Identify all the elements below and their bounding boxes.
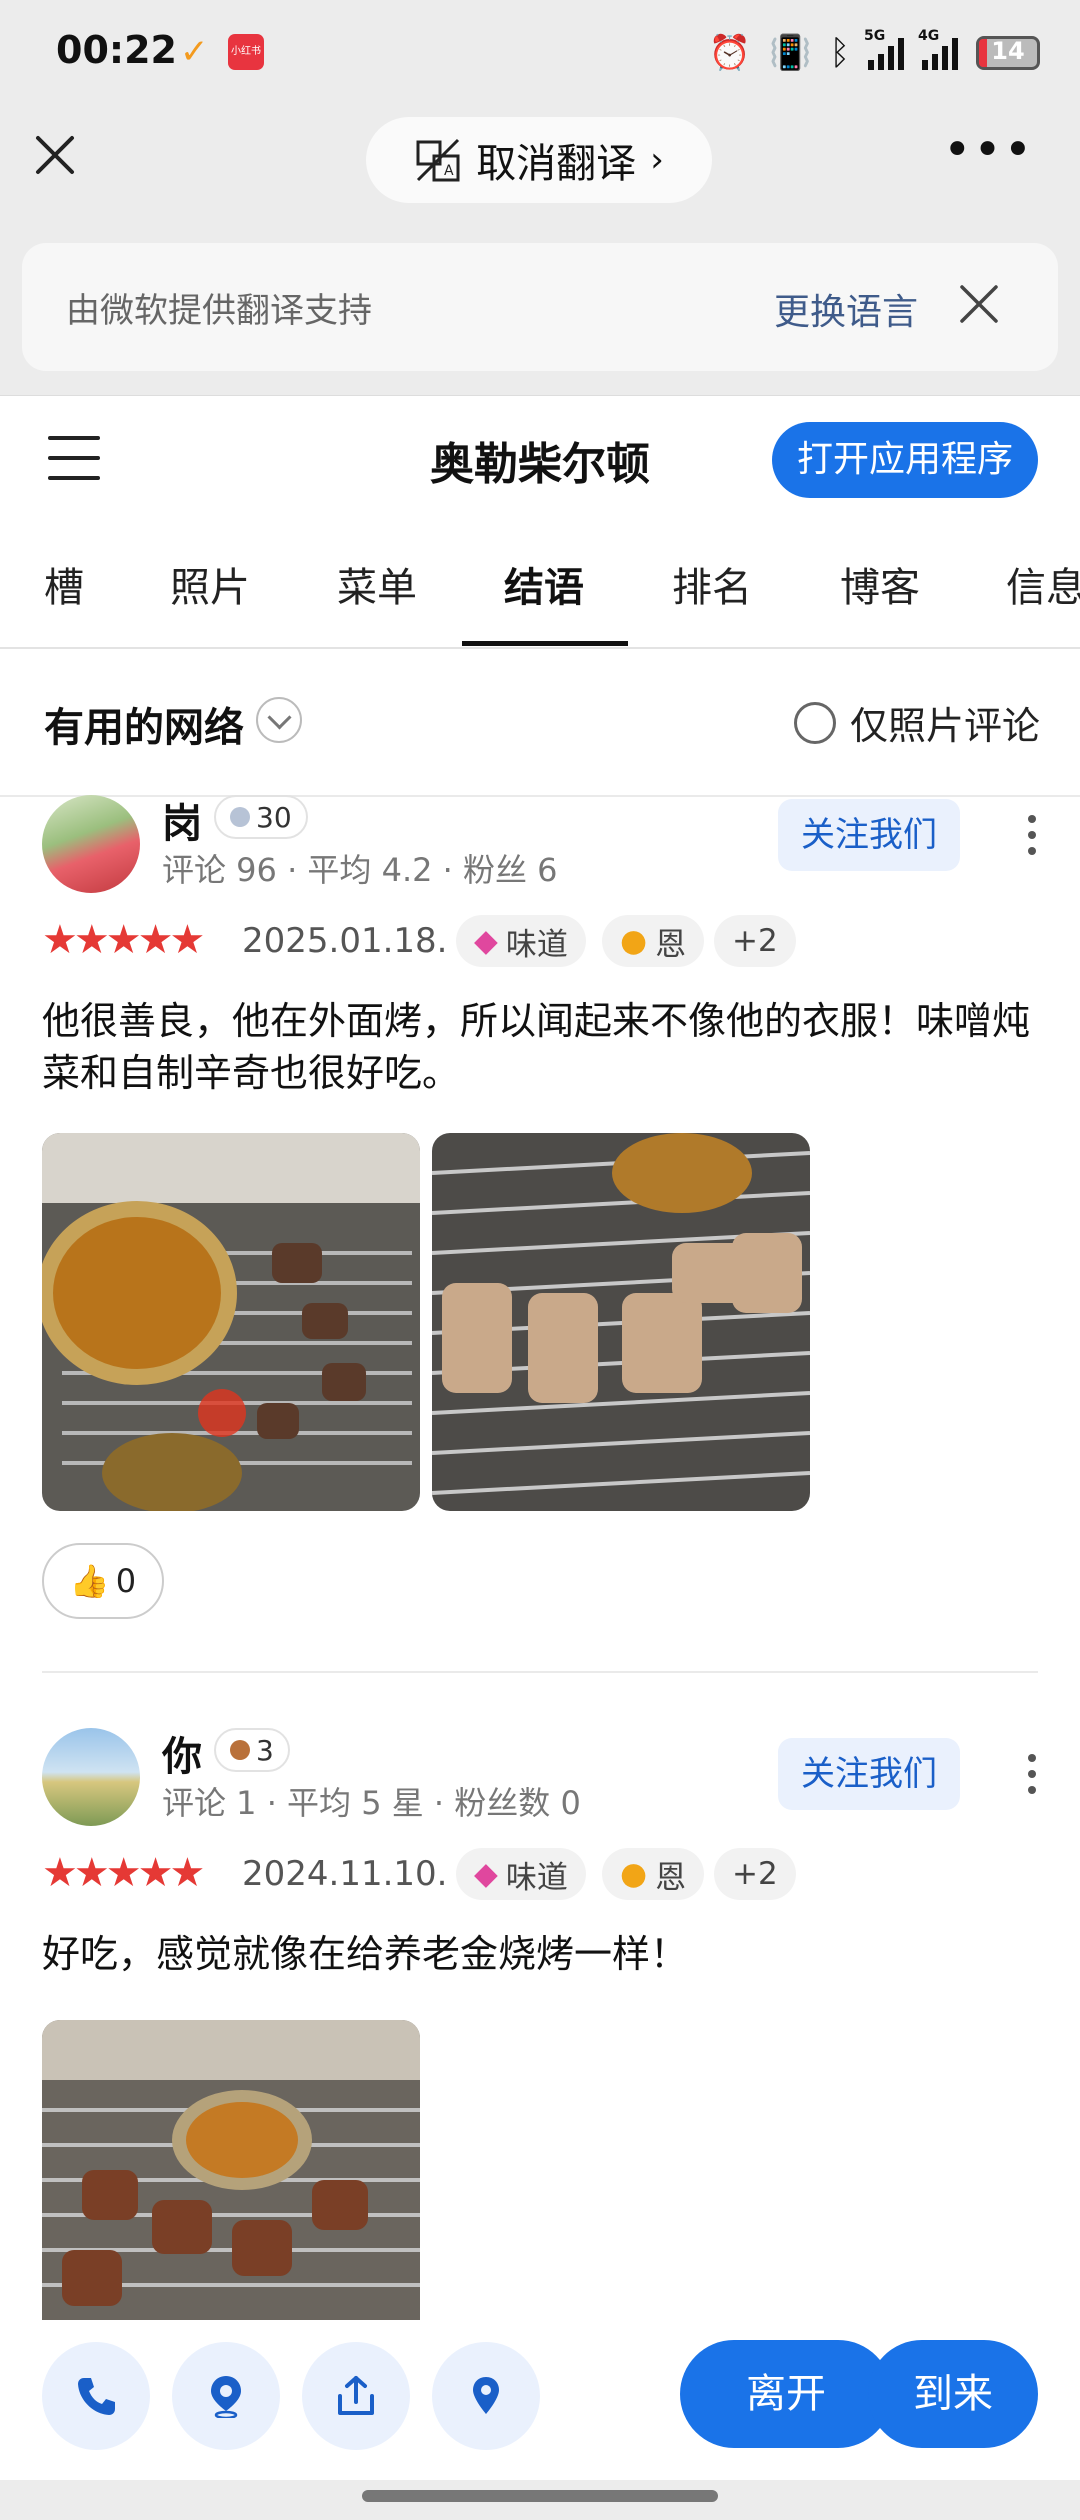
- avatar[interactable]: [42, 795, 140, 893]
- svg-text:A: A: [444, 163, 454, 179]
- tab-reviews[interactable]: 结语: [504, 555, 584, 613]
- star-rating: ★★★★★: [42, 917, 205, 963]
- xiaohongshu-icon: 小红书: [228, 34, 264, 70]
- tag-chip-more[interactable]: +2: [714, 915, 796, 967]
- notification-app-icon: ✓: [180, 32, 209, 72]
- tag-chip-mood: ● 恩: [602, 1848, 705, 1900]
- signal-5g-icon: 5G: [864, 28, 904, 70]
- tab-blog[interactable]: 博客: [840, 555, 920, 613]
- translation-provider-card: 由微软提供翻译支持 更换语言: [22, 243, 1058, 371]
- follow-button[interactable]: 关注我们: [778, 799, 960, 871]
- divider: [42, 1671, 1038, 1673]
- review-card: 你 3 评论 1 · 平均 5 星 · 粉丝数 0 关注我们 ★★★★★ 202…: [0, 1728, 1080, 2328]
- chevron-down-icon[interactable]: [256, 697, 302, 743]
- place-pin-icon: [211, 2376, 241, 2418]
- tag-chip-more[interactable]: +2: [714, 1848, 796, 1900]
- alarm-icon: ⏰: [708, 33, 752, 73]
- review-photo[interactable]: [42, 2020, 420, 2320]
- more-options-icon[interactable]: •••: [943, 126, 1034, 174]
- battery-level: 14: [991, 37, 1025, 65]
- taste-icon: ◆: [474, 1856, 498, 1892]
- tab-info[interactable]: 信息: [1006, 555, 1080, 613]
- depart-button[interactable]: 离开: [680, 2340, 892, 2448]
- radio-icon[interactable]: [793, 701, 836, 744]
- signal-4g-icon: 4G: [918, 28, 958, 70]
- review-photo[interactable]: [42, 1133, 420, 1511]
- tag-chip-mood: ● 恩: [602, 915, 705, 967]
- gesture-bar[interactable]: [0, 2480, 1080, 2520]
- photo-only-toggle[interactable]: 仅照片评论: [793, 695, 1040, 750]
- change-language-link[interactable]: 更换语言: [774, 283, 918, 335]
- photo-only-label: 仅照片评论: [849, 704, 1040, 748]
- tab-photos[interactable]: 照片: [170, 555, 250, 613]
- review-photo[interactable]: [432, 1133, 810, 1511]
- close-provider-icon[interactable]: [958, 283, 1000, 325]
- tag-chip-taste: ◆ 味道: [456, 1848, 586, 1900]
- reviewer-name[interactable]: 你: [162, 1724, 202, 1782]
- like-count: 0: [115, 1562, 137, 1600]
- call-button[interactable]: [42, 2342, 150, 2450]
- app-header: 奥勒柴尔顿 打开应用程序: [0, 395, 1080, 526]
- reviewer-stats: 评论 96 · 平均 4.2 · 粉丝 6: [162, 851, 558, 889]
- cancel-translation-label: 取消翻译: [476, 141, 637, 187]
- vibrate-icon: 📳: [769, 33, 812, 73]
- review-date: 2025.01.18.: [242, 921, 448, 961]
- review-card: 岗 30 评论 96 · 平均 4.2 · 粉丝 6 关注我们 ★★★★★ 20…: [0, 795, 1080, 1675]
- reviewer-name[interactable]: 岗: [162, 791, 202, 849]
- share-icon: [338, 2376, 374, 2415]
- review-text: 他很善良，他在外面烤，所以闻起来不像他的衣服！味噌炖菜和自制辛奇也很好吃。: [42, 999, 1031, 1095]
- smile-icon: ●: [620, 923, 648, 959]
- bottom-action-bar: 离开 到来: [0, 2320, 1080, 2480]
- review-more-icon[interactable]: [1028, 1754, 1036, 1794]
- open-app-button[interactable]: 打开应用程序: [772, 422, 1038, 498]
- review-date: 2024.11.10.: [242, 1854, 448, 1894]
- review-more-icon[interactable]: [1028, 815, 1036, 855]
- map-location-button[interactable]: [432, 2342, 540, 2450]
- taste-icon: ◆: [474, 923, 498, 959]
- chevron-right-icon: ›: [650, 140, 664, 180]
- review-text: 好吃，感觉就像在给养老金烧烤一样！: [42, 1932, 689, 1976]
- tab-menu[interactable]: 菜单: [337, 555, 417, 613]
- tab-slot[interactable]: 槽: [44, 555, 84, 613]
- smile-icon: ●: [620, 1856, 648, 1892]
- arrive-button[interactable]: 到来: [868, 2340, 1038, 2448]
- sort-dropdown-label[interactable]: 有用的网络: [44, 695, 244, 753]
- status-bar: 00:22 ✓ 小红书 ⏰ 📳 ᛒ 5G 4G 14: [0, 0, 1080, 105]
- close-icon[interactable]: [30, 130, 80, 180]
- tab-ranking[interactable]: 排名: [672, 555, 752, 613]
- bluetooth-icon: ᛒ: [829, 33, 850, 73]
- tab-bar: 槽 照片 菜单 结语 排名 博客 信息: [0, 525, 1080, 649]
- like-button[interactable]: 👍 0: [42, 1543, 164, 1619]
- follow-button[interactable]: 关注我们: [778, 1738, 960, 1810]
- level-badge: 30: [214, 795, 308, 839]
- active-tab-indicator: [462, 641, 628, 646]
- translate-off-icon: A: [416, 138, 460, 182]
- cancel-translation-button[interactable]: A 取消翻译 ›: [366, 117, 712, 203]
- avatar[interactable]: [42, 1728, 140, 1826]
- tag-chip-taste: ◆ 味道: [456, 915, 586, 967]
- reviewer-stats: 评论 1 · 平均 5 星 · 粉丝数 0: [162, 1784, 581, 1822]
- thumbs-up-icon: 👍: [69, 1562, 110, 1600]
- location-pin-icon: [473, 2377, 499, 2414]
- share-button[interactable]: [302, 2342, 410, 2450]
- save-place-button[interactable]: [172, 2342, 280, 2450]
- level-badge: 3: [214, 1728, 290, 1772]
- phone-icon: [78, 2378, 115, 2415]
- star-rating: ★★★★★: [42, 1850, 205, 1896]
- translation-provider-text: 由微软提供翻译支持: [66, 291, 372, 331]
- battery-icon: 14: [976, 36, 1040, 70]
- status-time: 00:22: [56, 28, 177, 72]
- review-filter-bar: 有用的网络 仅照片评论: [0, 649, 1080, 797]
